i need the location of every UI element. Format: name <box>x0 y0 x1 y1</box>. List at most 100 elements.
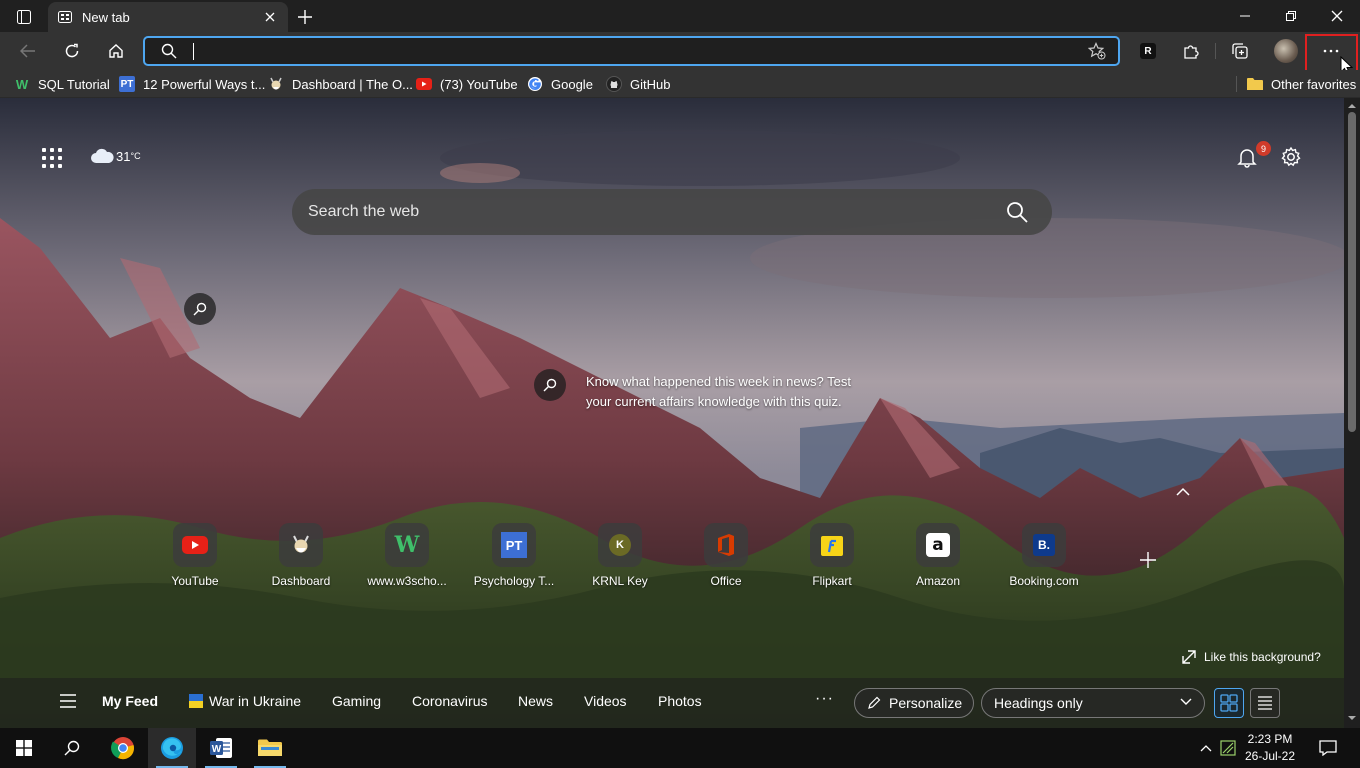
address-bar[interactable] <box>143 36 1120 66</box>
feed-tab-label: War in Ukraine <box>209 693 302 709</box>
github-icon <box>606 76 622 92</box>
taskbar-word[interactable]: W <box>197 728 245 768</box>
news-quiz-hotspot-button[interactable] <box>534 369 566 401</box>
show-hidden-icons-button[interactable] <box>1196 728 1216 768</box>
quick-link-label: www.w3scho... <box>367 574 447 588</box>
news-quiz-text[interactable]: Know what happened this week in news? Te… <box>586 372 856 412</box>
search-placeholder: Search the web <box>308 203 420 220</box>
close-window-button[interactable] <box>1314 0 1360 32</box>
quick-link-dashboard[interactable]: Dashboard <box>253 523 349 588</box>
taskbar-file-explorer[interactable] <box>246 728 294 768</box>
feed-more-button[interactable]: ··· <box>815 690 834 708</box>
favorite-sql-tutorial[interactable]: W SQL Tutorial <box>14 75 110 93</box>
action-center-button[interactable] <box>1312 728 1344 768</box>
layout-select-value: Headings only <box>994 695 1083 711</box>
clock-date: 26-Jul-22 <box>1244 749 1296 763</box>
extensions-button[interactable] <box>1176 36 1206 66</box>
refresh-button[interactable] <box>57 36 87 66</box>
favorite-github[interactable]: GitHub <box>606 75 670 93</box>
quick-link-office[interactable]: Office <box>678 523 774 588</box>
quick-link-tile <box>810 523 854 567</box>
feed-tab-videos[interactable]: Videos <box>584 693 627 709</box>
add-favorite-icon[interactable] <box>1088 42 1106 60</box>
feed-tab-news[interactable]: News <box>518 693 553 709</box>
browser-toolbar: R <box>0 32 1360 70</box>
restore-button[interactable] <box>1268 0 1314 32</box>
quick-link-flipkart[interactable]: Flipkart <box>784 523 880 588</box>
page-settings-gear-icon[interactable] <box>1280 146 1302 168</box>
taskbar-clock[interactable]: 2:23 PM 26-Jul-22 <box>1236 731 1304 765</box>
scrollbar-thumb[interactable] <box>1348 112 1356 432</box>
web-search-box[interactable]: Search the web <box>292 189 1052 235</box>
tab-actions-button[interactable] <box>10 6 38 28</box>
add-quick-link-plus-icon[interactable] <box>1138 550 1158 570</box>
network-tray-button[interactable] <box>1218 728 1238 768</box>
image-hotspot-button[interactable] <box>184 293 216 325</box>
search-icon <box>64 740 80 756</box>
hamburger-menu-icon[interactable] <box>60 694 76 708</box>
profile-button[interactable] <box>1271 36 1301 66</box>
quick-link-booking[interactable]: B. Booking.com <box>996 523 1092 588</box>
list-view-button[interactable] <box>1250 688 1280 718</box>
collections-icon <box>1232 43 1248 59</box>
quick-link-w3schools[interactable]: W www.w3scho... <box>359 523 455 588</box>
office-icon <box>718 534 734 556</box>
like-background-link[interactable]: Like this background? <box>1182 650 1321 664</box>
close-icon <box>1331 10 1343 22</box>
personalize-button[interactable]: Personalize <box>854 688 974 718</box>
quick-link-krnl-key[interactable]: K KRNL Key <box>572 523 668 588</box>
notification-badge: 9 <box>1256 141 1271 156</box>
quick-link-label: Booking.com <box>1009 574 1079 588</box>
favorite-label: Dashboard | The O... <box>292 76 413 92</box>
feed-tab-my-feed[interactable]: My Feed <box>102 693 158 709</box>
feed-tab-coronavirus[interactable]: Coronavirus <box>412 693 487 709</box>
extension-r-button[interactable]: R <box>1133 36 1163 66</box>
home-button[interactable] <box>101 36 131 66</box>
layout-select-dropdown[interactable]: Headings only <box>981 688 1205 718</box>
minimize-icon <box>1240 15 1250 17</box>
close-tab-button[interactable] <box>262 9 278 25</box>
start-button[interactable] <box>0 728 48 768</box>
quick-link-youtube[interactable]: YouTube <box>147 523 243 588</box>
collections-button[interactable] <box>1225 36 1255 66</box>
favorite-label: 12 Powerful Ways t... <box>143 76 266 92</box>
favorite-label: (73) YouTube <box>440 76 518 92</box>
quick-link-amazon[interactable]: a Amazon <box>890 523 986 588</box>
feed-tab-gaming[interactable]: Gaming <box>332 693 381 709</box>
restore-icon <box>1286 11 1296 21</box>
minimize-button[interactable] <box>1222 0 1268 32</box>
tab-new-tab[interactable]: New tab <box>48 2 288 32</box>
weather-widget[interactable]: 31 °C <box>90 148 141 164</box>
search-icon[interactable] <box>1006 201 1028 223</box>
scroll-up-arrow-icon[interactable] <box>1348 102 1356 110</box>
other-favorites-folder[interactable]: Other favorites <box>1247 75 1356 93</box>
edge-icon <box>161 737 183 759</box>
feed-tab-label: My Feed <box>102 693 159 709</box>
page-scrollbar[interactable] <box>1344 98 1360 728</box>
youtube-icon <box>416 76 432 92</box>
taskbar-search-button[interactable] <box>48 728 96 768</box>
taskbar-edge[interactable] <box>148 728 196 768</box>
favorite-youtube[interactable]: (73) YouTube <box>416 75 518 93</box>
feed-tab-photos[interactable]: Photos <box>658 693 702 709</box>
tab-actions-icon <box>17 10 31 24</box>
taskbar-chrome[interactable] <box>99 728 147 768</box>
youtube-icon <box>182 536 208 554</box>
quick-link-psychology[interactable]: PT Psychology T... <box>466 523 562 588</box>
favorite-12-powerful-ways[interactable]: PT 12 Powerful Ways t... <box>119 75 265 93</box>
back-button[interactable] <box>13 36 43 66</box>
quick-link-tile: a <box>916 523 960 567</box>
favorite-dashboard[interactable]: Dashboard | The O... <box>268 75 413 93</box>
chevron-up-icon[interactable] <box>1174 486 1192 498</box>
scroll-down-arrow-icon[interactable] <box>1348 714 1356 722</box>
app-launcher-button[interactable] <box>40 146 64 170</box>
folder-icon <box>1247 76 1263 92</box>
search-icon <box>193 302 207 316</box>
favorite-google[interactable]: Google <box>527 75 593 93</box>
notification-bell-icon[interactable] <box>1236 146 1258 168</box>
network-icon <box>1220 740 1236 756</box>
new-tab-button[interactable] <box>294 6 316 28</box>
feed-tab-war-in-ukraine[interactable]: War in Ukraine <box>189 693 301 709</box>
grid-view-button[interactable] <box>1214 688 1244 718</box>
address-input[interactable] <box>197 40 1057 62</box>
